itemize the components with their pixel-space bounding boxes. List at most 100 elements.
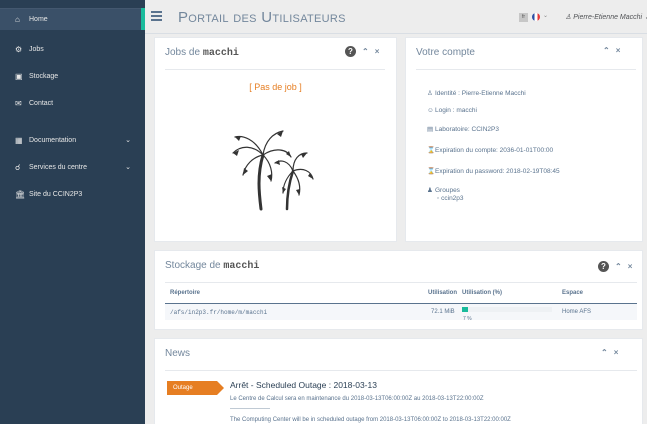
- groups-line: ♟ Groupes: [427, 186, 460, 194]
- jobs-panel-title: Jobs de macchi: [165, 47, 239, 59]
- jobs-user-code: macchi: [202, 48, 239, 59]
- groups-text: Groupes: [435, 187, 460, 194]
- password-expiration-text: Expiration du password: 2018-02-19T08:45: [435, 168, 560, 175]
- storage-path: /afs/in2p3.fr/home/m/macchi: [170, 309, 268, 316]
- news-separator: --------------------: [230, 406, 270, 412]
- book-icon: ▦: [15, 135, 23, 145]
- user-menu[interactable]: ♙ Pierre-Etienne Macchi ⌄: [565, 13, 647, 21]
- sidebar-item-label: Documentation: [29, 136, 77, 144]
- group-name: ccin2p3: [441, 195, 464, 202]
- news-text-en: The Computing Center will be in schedule…: [230, 417, 511, 423]
- identity-line: ♙ Identité : Pierre-Etienne Macchi: [427, 89, 526, 97]
- users-icon: ♟: [427, 187, 433, 194]
- sidebar-item-label: Site du CCIN2P3: [29, 190, 83, 198]
- collapse-icon[interactable]: ⌃: [615, 262, 622, 271]
- divider: [165, 69, 385, 70]
- user-name: Pierre-Etienne Macchi: [573, 14, 643, 21]
- collapse-icon[interactable]: ⌃: [362, 47, 369, 56]
- storage-title-text: Stockage de: [165, 260, 221, 271]
- help-icon[interactable]: ?: [345, 46, 356, 57]
- account-expiration-line: ⌛Expiration du compte: 2036-01-01T00:00: [427, 146, 553, 154]
- account-panel-tools: ⌃ ×: [603, 46, 620, 55]
- storage-panel-tools: ? ⌃ ×: [598, 261, 632, 272]
- column-header-directory: Répertoire: [170, 290, 201, 296]
- identity-text: Identité : Pierre-Etienne Macchi: [435, 90, 526, 97]
- group-item: ◦ ccin2p3: [437, 195, 464, 202]
- close-icon[interactable]: ×: [614, 348, 619, 357]
- chevron-down-icon[interactable]: ⌄: [543, 12, 548, 19]
- sidebar-item-services[interactable]: ☌ Services du centre ⌄: [0, 156, 145, 178]
- divider: [416, 69, 636, 70]
- language-code[interactable]: fr: [519, 13, 528, 22]
- column-header-usage-percent: Utilisation (%): [462, 290, 502, 296]
- usage-percent-label: 7 %: [463, 316, 472, 322]
- account-panel-title: Votre compte: [416, 47, 475, 58]
- sidebar-item-label: Jobs: [29, 45, 44, 53]
- column-header-space: Espace: [562, 290, 584, 296]
- sidebar-item-home[interactable]: ⌂ Home: [0, 8, 145, 30]
- sidebar-item-contact[interactable]: ✉ Contact: [0, 92, 145, 114]
- sidebar-item-label: Home: [29, 15, 48, 23]
- sidebar-item-documentation[interactable]: ▦ Documentation ⌄: [0, 129, 145, 151]
- news-panel-title: News: [165, 348, 191, 359]
- jobs-title-text: Jobs de: [165, 47, 201, 58]
- password-expiration-line: ⌛Expiration du password: 2018-02-19T08:4…: [427, 167, 560, 175]
- divider: [165, 370, 637, 371]
- jobs-panel: Jobs de macchi ? ⌃ × [ Pas de job ]: [154, 37, 397, 242]
- home-icon: ⌂: [15, 14, 20, 24]
- collapse-icon[interactable]: ⌃: [603, 46, 610, 55]
- user-icon: ♙: [565, 14, 572, 21]
- sidebar-item-site-ccin2p3[interactable]: 🏛 Site du CCIN2P3: [0, 183, 145, 205]
- user-circle-icon: ☺: [427, 107, 434, 114]
- news-panel-tools: ⌃ ×: [601, 348, 618, 357]
- user-icon: ♙: [427, 90, 433, 97]
- storage-user-code: macchi: [223, 261, 260, 272]
- hdd-icon: ▣: [15, 71, 23, 81]
- link-icon: ☌: [15, 162, 21, 172]
- chevron-down-icon: ⌄: [125, 137, 131, 144]
- top-bar: Portail des Utilisateurs fr ⌄ ♙ Pierre-E…: [145, 0, 647, 34]
- bank-icon: 🏛: [15, 189, 26, 199]
- sidebar-item-label: Stockage: [29, 72, 59, 80]
- sidebar-item-label: Contact: [29, 99, 54, 107]
- storage-usage: 72.1 MiB: [431, 309, 455, 315]
- column-header-usage: Utilisation: [428, 290, 458, 296]
- lab-text: Laboratoire: CCIN2P3: [435, 126, 499, 133]
- storage-panel: Stockage de macchi ? ⌃ × Répertoire Util…: [154, 250, 643, 330]
- bank-icon: ▤: [427, 126, 434, 133]
- hourglass-icon: ⌛: [427, 168, 436, 175]
- no-job-message: [ Pas de job ]: [249, 82, 302, 92]
- chevron-down-icon: ⌄: [125, 164, 131, 171]
- page-title: Portail des Utilisateurs: [178, 9, 346, 26]
- jobs-panel-tools: ? ⌃ ×: [345, 46, 379, 57]
- divider: [165, 282, 637, 283]
- storage-space: Home AFS: [562, 309, 592, 315]
- login-text: Login : macchi: [435, 107, 477, 114]
- login-line: ☺Login : macchi: [427, 107, 477, 114]
- sidebar-item-jobs[interactable]: ⚙ Jobs: [0, 38, 145, 60]
- hourglass-icon: ⌛: [427, 147, 436, 154]
- news-headline[interactable]: Arrêt - Scheduled Outage : 2018-03-13: [230, 380, 377, 390]
- news-panel: News ⌃ × Outage Arrêt - Scheduled Outage…: [154, 338, 643, 424]
- french-flag-icon[interactable]: [532, 13, 540, 21]
- usage-progress-fill: [462, 307, 469, 312]
- lab-line: ▤ Laboratoire: CCIN2P3: [427, 125, 499, 133]
- close-icon[interactable]: ×: [628, 262, 633, 271]
- envelope-icon: ✉: [15, 98, 22, 108]
- cogs-icon: ⚙: [15, 44, 23, 54]
- palm-trees-illustration: [232, 130, 314, 211]
- usage-progress-bar: [462, 307, 552, 312]
- help-icon[interactable]: ?: [598, 261, 609, 272]
- news-text-fr: Le Centre de Calcul sera en maintenance …: [230, 396, 484, 402]
- close-icon[interactable]: ×: [375, 47, 380, 56]
- menu-toggle-icon[interactable]: [151, 11, 162, 21]
- account-panel: Votre compte ⌃ × ♙ Identité : Pierre-Etie…: [405, 37, 643, 242]
- close-icon[interactable]: ×: [616, 46, 621, 55]
- sidebar-item-label: Services du centre: [29, 163, 87, 171]
- sidebar: ⌂ Home ⚙ Jobs ▣ Stockage ✉ Contact ▦ Doc…: [0, 0, 145, 424]
- account-expiration-text: Expiration du compte: 2036-01-01T00:00: [435, 147, 554, 154]
- outage-badge: Outage: [167, 381, 224, 395]
- sidebar-item-stockage[interactable]: ▣ Stockage: [0, 65, 145, 87]
- storage-panel-title: Stockage de macchi: [165, 260, 259, 272]
- collapse-icon[interactable]: ⌃: [601, 348, 608, 357]
